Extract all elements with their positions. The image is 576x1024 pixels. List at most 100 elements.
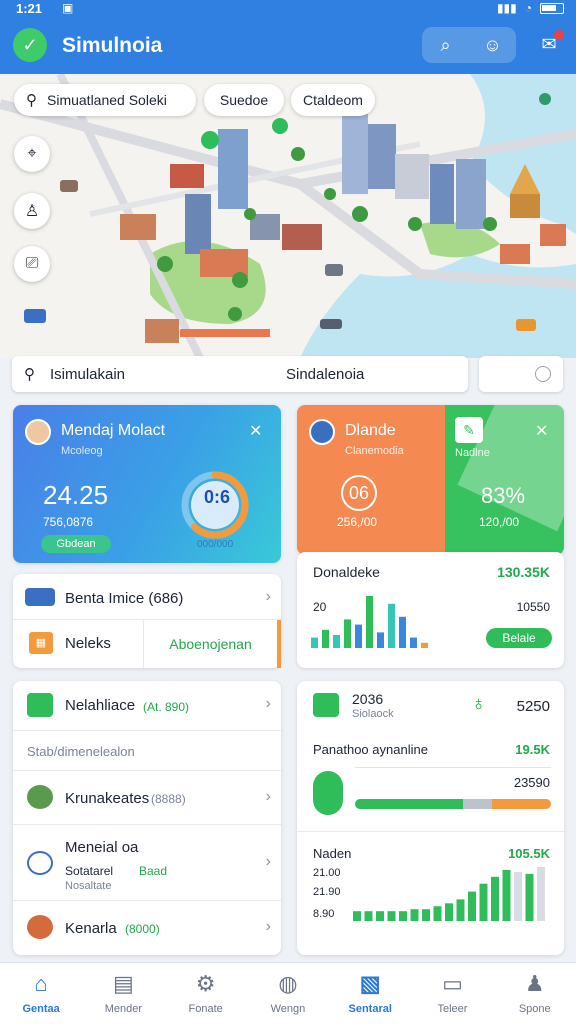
chart-bar <box>433 906 442 921</box>
map-search-chip[interactable]: ⚲ Simuatlaned Soleki <box>14 84 196 116</box>
blue-card-title: Mendaj Molact <box>61 422 166 439</box>
building-icon <box>313 693 339 717</box>
avatar <box>27 785 53 809</box>
orange-card-title: Dlande <box>345 422 396 439</box>
billboard-tool-icon[interactable]: ⎚ <box>14 246 50 282</box>
list-row-sub-a: Sotatarel <box>65 864 114 878</box>
chat-bubble-icon[interactable]: ☺ <box>469 27 516 63</box>
bar-chart-panel: Donaldeke 130.35K 20 10550 Belale <box>297 552 564 668</box>
chart-bar <box>410 637 417 648</box>
avatar <box>27 915 53 939</box>
orange-stat-section: Dlande Clanemodia 06 256,/00 <box>297 405 445 555</box>
chart-bar <box>353 911 361 921</box>
chart-bar <box>322 629 329 648</box>
chart-bar <box>537 867 545 921</box>
smiley-icon <box>27 851 53 875</box>
list-row-tag: (At. 890) <box>143 700 190 714</box>
chart-bar <box>445 903 453 921</box>
chevron-right-icon: › <box>265 853 271 870</box>
chart-value: 130.35K <box>497 564 550 580</box>
blue-card-pill-button[interactable]: Gbdean <box>41 535 111 553</box>
close-icon[interactable]: ✕ <box>249 421 262 441</box>
metrics-row2-value: 19.5K <box>515 742 550 757</box>
person-pin-tool-icon[interactable]: ♙ <box>14 193 50 229</box>
chevron-right-icon: › <box>265 588 271 605</box>
header-actions: ⌕ ☺ <box>422 27 516 63</box>
list-item[interactable]: Kenarla (8000) › <box>13 901 281 955</box>
list-item[interactable]: Nelahliace (At. 890) › <box>13 681 281 731</box>
location-search-bar[interactable]: ⚲ Isimulakain Sindalenoia <box>12 356 468 392</box>
location-pin-tool-icon[interactable]: ⌖ <box>14 136 50 172</box>
app-logo-icon: ✓ <box>13 28 47 62</box>
bar-chart <box>311 596 428 648</box>
list-row-label: Kenarla <box>65 920 117 937</box>
chart-bar <box>355 624 362 648</box>
vehicle-panel: Benta Imice (686) › ▦ Neleks Aboenojenan <box>13 574 281 668</box>
chart-bar <box>388 603 395 648</box>
app-header: 1:21 ▣ ▮▮▮ ◔ ✓ Simulnoia ⌕ ☺ ✉ <box>0 0 576 74</box>
nav-item-teleer[interactable]: ▭ Teleer <box>411 963 493 1024</box>
blue-stat-card[interactable]: Mendaj Molact Mcoleog ✕ 24.25 756,0876 G… <box>13 405 281 563</box>
map-filter-chip-2[interactable]: Ctaldeom <box>291 84 375 116</box>
blue-card-big-value: 24.25 <box>43 480 109 510</box>
tablet-icon: ▭ <box>442 971 463 996</box>
list-item[interactable]: Krunakeates (8888) › <box>13 771 281 825</box>
chevron-right-icon: › <box>265 918 271 935</box>
chart-bar <box>468 891 476 921</box>
status-time: 1:21 <box>16 1 43 16</box>
document-icon: ▤ <box>113 971 134 996</box>
blue-card-small-value: 756,0876 <box>43 515 94 529</box>
vehicle-row-label: Benta Imice (686) <box>65 590 184 607</box>
orange-card-subtitle: Clanemodia <box>345 445 404 457</box>
section-header: Stab/dimenelealon <box>13 731 281 771</box>
chart-title: Donaldeke <box>313 564 380 580</box>
person-icon: ⚲ <box>26 92 37 109</box>
chart-bar <box>399 911 407 921</box>
close-icon[interactable]: ✕ <box>535 421 548 441</box>
search-icon[interactable]: ⌕ <box>422 27 469 63</box>
list-row-label: Nelahliace <box>65 697 136 714</box>
chart-bar <box>421 642 428 648</box>
list-item[interactable]: Meneial oa Sotatarel Baad Nosaltate › <box>13 825 281 901</box>
chevron-right-icon: › <box>265 788 271 805</box>
progress-green <box>355 799 463 809</box>
nav-item-mender[interactable]: ▤ Mender <box>82 963 164 1024</box>
nav-label: Teleer <box>437 1003 468 1015</box>
person-pin-icon: ⚲ <box>24 366 35 383</box>
chart-right-num: 10550 <box>516 600 550 614</box>
metrics-row2-num: 23590 <box>513 775 550 790</box>
chart-bar <box>422 909 430 921</box>
list-item[interactable]: Benta Imice (686) › <box>13 574 281 620</box>
neleks-label: Neleks <box>65 635 111 652</box>
nav-item-fonate[interactable]: ⚙ Fonate <box>165 963 247 1024</box>
nav-label: Sentaral <box>348 1003 392 1015</box>
map-filter-chip-1[interactable]: Suedoe <box>204 84 284 116</box>
map-illustration <box>0 74 576 358</box>
nav-item-spone[interactable]: ♟ Spone <box>494 963 576 1024</box>
metrics-top-right: 5250 <box>516 698 550 715</box>
list-row-sub-b: Nosaltate <box>65 880 112 892</box>
chart-action-button[interactable]: Belale <box>486 628 552 648</box>
monitor-icon <box>27 693 53 717</box>
duo-stat-card[interactable]: Dlande Clanemodia 06 256,/00 ✎ ✕ Nadlne … <box>297 405 564 555</box>
signal-icon: ▮▮▮ <box>496 1 517 15</box>
accent-action-button[interactable]: Aboenojenan <box>143 620 281 668</box>
view-toggle[interactable] <box>479 356 563 392</box>
nav-item-sentaral[interactable]: ▧ Sentaral <box>329 963 411 1024</box>
notification-badge <box>554 30 564 40</box>
chart-bar <box>502 869 511 921</box>
nav-label: Wengn <box>270 1003 306 1015</box>
chart-bar <box>514 871 522 921</box>
nav-item-home[interactable]: ⌂ Gentaa <box>0 963 82 1024</box>
map-search-label: Simuatlaned Soleki <box>47 92 167 108</box>
city-map[interactable]: ⚲ Simuatlaned Soleki Suedoe Ctaldeom ⌖ ♙… <box>0 74 576 358</box>
section-title: Stab/dimenelealon <box>27 744 135 759</box>
chart-bar <box>377 632 384 648</box>
ring-value: 0:6 <box>203 487 230 507</box>
chart-bar <box>456 899 465 921</box>
nav-item-wengn[interactable]: ◍ Wengn <box>247 963 329 1024</box>
chart-bar <box>525 873 534 921</box>
metrics-top-title: 2036 <box>352 691 384 707</box>
blue-card-sub-right: 000/000 <box>197 539 234 550</box>
image-icon: ▣ <box>62 1 74 15</box>
